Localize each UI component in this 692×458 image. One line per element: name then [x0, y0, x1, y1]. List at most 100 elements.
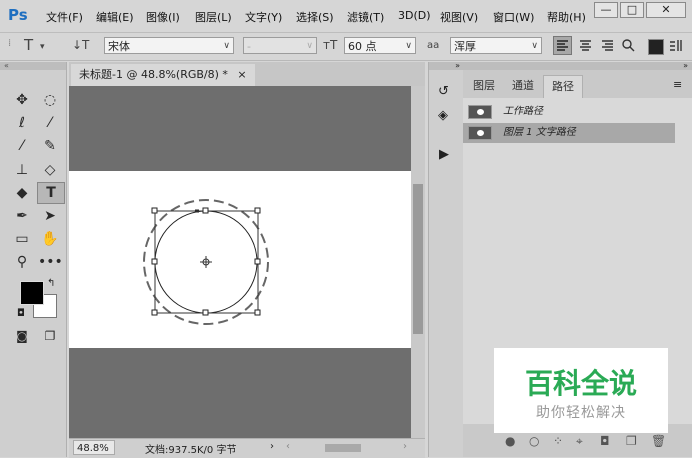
search-button[interactable]: [620, 37, 638, 55]
preset-chevron-icon[interactable]: ▾: [40, 42, 45, 52]
marquee-tool-icon[interactable]: ◌: [38, 90, 62, 110]
3d-panel-icon[interactable]: ◈: [438, 108, 448, 123]
path-thumbnail: [468, 105, 492, 119]
close-tab-icon[interactable]: ×: [237, 68, 246, 81]
default-colors-icon[interactable]: ◘: [17, 308, 25, 319]
text-path-circle[interactable]: [69, 86, 411, 438]
tools-panel-collapse-icon[interactable]: «: [0, 62, 66, 70]
type-tool-icon[interactable]: T: [37, 182, 65, 204]
pen-tool-icon[interactable]: ✒: [10, 206, 34, 226]
text-orientation-icon[interactable]: ↓T: [72, 38, 89, 52]
zoom-tool-icon[interactable]: ⚲: [10, 252, 34, 272]
add-mask-icon[interactable]: ◘: [600, 434, 610, 448]
align-center-button[interactable]: [577, 37, 595, 55]
eyedropper-tool-icon[interactable]: ⁄: [10, 136, 34, 156]
move-tool-icon[interactable]: ✥: [10, 90, 34, 110]
tab-layers[interactable]: 图层: [465, 75, 503, 97]
align-left-button[interactable]: [553, 36, 572, 55]
canvas-area[interactable]: [69, 86, 411, 438]
tab-channels[interactable]: 通道: [504, 75, 542, 97]
panel-collapse-icon[interactable]: »: [463, 62, 692, 70]
maximize-button[interactable]: □: [620, 2, 644, 18]
new-path-icon[interactable]: ❐: [626, 434, 637, 448]
watermark-title: 百科全说: [524, 367, 637, 400]
history-icon[interactable]: ↺: [438, 84, 449, 99]
hand-tool-icon[interactable]: ✋: [38, 229, 62, 249]
expand-panels-icon[interactable]: »: [429, 62, 463, 70]
magic-wand-tool-icon[interactable]: ⁄: [38, 113, 62, 133]
menu-type[interactable]: 文字(Y): [245, 9, 282, 25]
grip-icon: ⁞: [8, 38, 12, 49]
vertical-scroll-thumb[interactable]: [413, 184, 423, 334]
watermark-subtitle: 助你轻松解决: [536, 405, 626, 421]
fill-path-icon[interactable]: ●: [505, 434, 515, 448]
quick-mask-icon[interactable]: ◙: [10, 326, 34, 346]
text-tool-preset-icon[interactable]: T: [24, 36, 33, 54]
menu-file[interactable]: 文件(F): [46, 9, 83, 25]
zoom-level[interactable]: 48.8%: [73, 440, 115, 455]
horizontal-scroll-thumb[interactable]: [325, 444, 361, 452]
chevron-down-icon: ∨: [531, 41, 538, 51]
path-row-work-path[interactable]: 工作路径: [463, 102, 675, 122]
path-label: 工作路径: [503, 106, 543, 117]
photoshop-logo: Ps: [8, 6, 28, 24]
menu-image[interactable]: 图像(I): [146, 9, 180, 25]
screen-mode-icon[interactable]: ❐: [38, 326, 62, 346]
font-size-icon: тT: [323, 38, 338, 52]
path-selection-tool-icon[interactable]: ➤: [38, 206, 62, 226]
chevron-down-icon: ∨: [223, 41, 230, 51]
more-tools-icon[interactable]: •••: [38, 252, 63, 272]
brush-tool-icon[interactable]: ✎: [38, 136, 62, 156]
font-family-select[interactable]: 宋体 ∨: [104, 37, 234, 54]
bucket-tool-icon[interactable]: ◆: [10, 183, 34, 203]
watermark: 百科全说 助你轻松解决: [494, 348, 668, 433]
font-style-select[interactable]: - ∨: [243, 37, 317, 54]
panel-menu-icon[interactable]: ≡: [673, 78, 682, 91]
menu-edit[interactable]: 编辑(E): [96, 9, 134, 25]
play-actions-icon[interactable]: ▶: [439, 147, 449, 162]
menu-view[interactable]: 视图(V): [440, 9, 478, 25]
menu-3d[interactable]: 3D(D): [398, 9, 431, 22]
options-bar: ⁞ T ▾ ↓T 宋体 ∨ - ∨ тT 60 点 ∨ aa 浑厚 ∨: [0, 33, 692, 61]
rectangle-tool-icon[interactable]: ▭: [10, 229, 34, 249]
stamp-tool-icon[interactable]: ⊥: [10, 160, 34, 180]
path-row-text-path[interactable]: 图层 1 文字路径: [463, 123, 675, 143]
foreground-color-swatch[interactable]: [20, 281, 44, 305]
antialias-icon: aa: [427, 40, 440, 51]
load-selection-icon[interactable]: ⁘: [553, 434, 563, 448]
warp-text-icon: [670, 40, 682, 51]
font-size-value: 60 点: [348, 40, 377, 53]
menu-layer[interactable]: 图层(L): [195, 9, 232, 25]
scroll-right-icon[interactable]: ›: [403, 441, 407, 452]
swap-colors-icon[interactable]: ↰: [47, 278, 55, 289]
lasso-tool-icon[interactable]: ℓ: [10, 113, 34, 133]
antialias-select[interactable]: 浑厚 ∨: [450, 37, 542, 54]
antialias-value: 浑厚: [454, 40, 476, 53]
font-size-select[interactable]: 60 点 ∨: [344, 37, 416, 54]
eraser-tool-icon[interactable]: ◇: [38, 160, 62, 180]
stroke-path-icon[interactable]: ○: [529, 434, 539, 448]
document-tab-bar: 未标题-1 @ 48.8%(RGB/8) * ×: [69, 62, 425, 86]
document-tab[interactable]: 未标题-1 @ 48.8%(RGB/8) * ×: [71, 64, 255, 86]
minimize-button[interactable]: —: [594, 2, 618, 18]
collapsed-panels-strip: » ↺ ◈ ▶: [428, 62, 464, 457]
status-bar: 48.8% 文档:937.5K/0 字节 › ‹ ›: [69, 438, 425, 458]
document-info: 文档:937.5K/0 字节: [145, 445, 237, 456]
delete-path-icon[interactable]: 🗑: [651, 434, 666, 448]
font-style-value: -: [247, 40, 251, 53]
menu-window[interactable]: 窗口(W): [493, 9, 534, 25]
menu-select[interactable]: 选择(S): [296, 9, 334, 25]
menu-help[interactable]: 帮助(H): [547, 9, 586, 25]
align-left-icon: [557, 40, 568, 51]
warp-text-button[interactable]: [668, 37, 686, 55]
make-work-path-icon[interactable]: ⌖: [576, 434, 583, 449]
vertical-scrollbar[interactable]: [411, 86, 425, 438]
align-right-button[interactable]: [599, 37, 617, 55]
align-center-icon: [580, 40, 591, 51]
text-color-swatch[interactable]: [648, 39, 664, 55]
menu-filter[interactable]: 滤镜(T): [347, 9, 384, 25]
close-button[interactable]: ✕: [646, 2, 686, 18]
status-menu-icon[interactable]: ›: [270, 441, 274, 452]
scroll-left-icon[interactable]: ‹: [286, 441, 290, 452]
tab-paths[interactable]: 路径: [543, 75, 583, 98]
